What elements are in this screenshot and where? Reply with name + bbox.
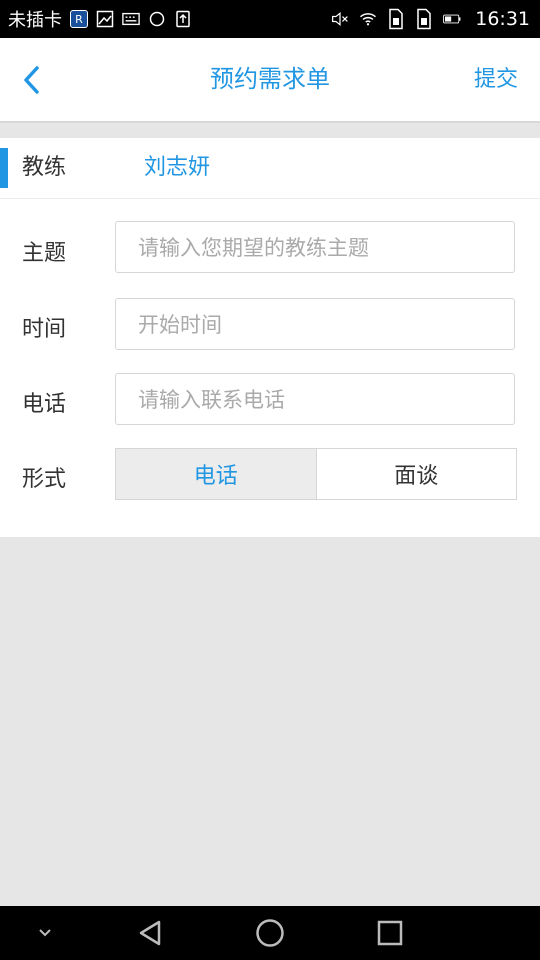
upload-icon bbox=[174, 10, 192, 28]
mode-option-in-person[interactable]: 面谈 bbox=[315, 449, 516, 499]
mute-icon bbox=[331, 10, 349, 28]
status-left: 未插卡 R bbox=[8, 0, 192, 38]
phone-label: 电话 bbox=[22, 392, 67, 417]
back-triangle-icon bbox=[139, 920, 161, 946]
accent-bar bbox=[0, 148, 8, 188]
hide-nav-button[interactable] bbox=[30, 906, 60, 960]
status-right: 16:31 bbox=[331, 0, 530, 38]
wifi-icon bbox=[359, 10, 377, 28]
nav-back-button[interactable] bbox=[130, 906, 170, 960]
sim2-icon bbox=[415, 8, 433, 30]
keyboard-icon bbox=[122, 10, 140, 28]
r-badge-icon: R bbox=[70, 10, 88, 28]
mode-option-phone[interactable]: 电话 bbox=[116, 449, 316, 499]
time-label: 时间 bbox=[22, 317, 67, 342]
coach-row: 教练 刘志妍 bbox=[0, 138, 540, 199]
phone-input[interactable]: 请输入联系电话 bbox=[115, 373, 515, 425]
carrier-text: 未插卡 bbox=[8, 10, 62, 31]
battery-icon bbox=[443, 10, 461, 28]
mode-label: 形式 bbox=[22, 467, 67, 492]
coach-name: 刘志妍 bbox=[144, 155, 211, 180]
recents-square-icon bbox=[377, 920, 403, 946]
chevron-left-icon bbox=[24, 66, 39, 94]
circle-icon bbox=[148, 10, 166, 28]
title-bar: 预约需求单 提交 bbox=[0, 38, 540, 123]
chevron-down-icon bbox=[39, 929, 51, 937]
clock-text: 16:31 bbox=[475, 8, 530, 30]
page-title: 预约需求单 bbox=[210, 65, 330, 93]
navigation-bar bbox=[0, 906, 540, 960]
home-circle-icon bbox=[256, 919, 284, 947]
mode-segmented-control: 电话 面谈 bbox=[115, 448, 517, 500]
back-button[interactable] bbox=[12, 60, 52, 100]
submit-button[interactable]: 提交 bbox=[474, 38, 518, 121]
status-bar: 未插卡 R 16:31 bbox=[0, 0, 540, 38]
topic-input[interactable]: 请输入您期望的教练主题 bbox=[115, 221, 515, 273]
request-form: 主题 请输入您期望的教练主题 时间 开始时间 电话 请输入联系电话 形式 电话 … bbox=[0, 199, 540, 537]
topic-label: 主题 bbox=[22, 241, 67, 266]
image-icon bbox=[96, 10, 114, 28]
nav-home-button[interactable] bbox=[250, 906, 290, 960]
nav-recents-button[interactable] bbox=[370, 906, 410, 960]
coach-label: 教练 bbox=[22, 155, 67, 180]
start-time-field[interactable]: 开始时间 bbox=[115, 298, 515, 350]
sim1-icon bbox=[387, 8, 405, 30]
